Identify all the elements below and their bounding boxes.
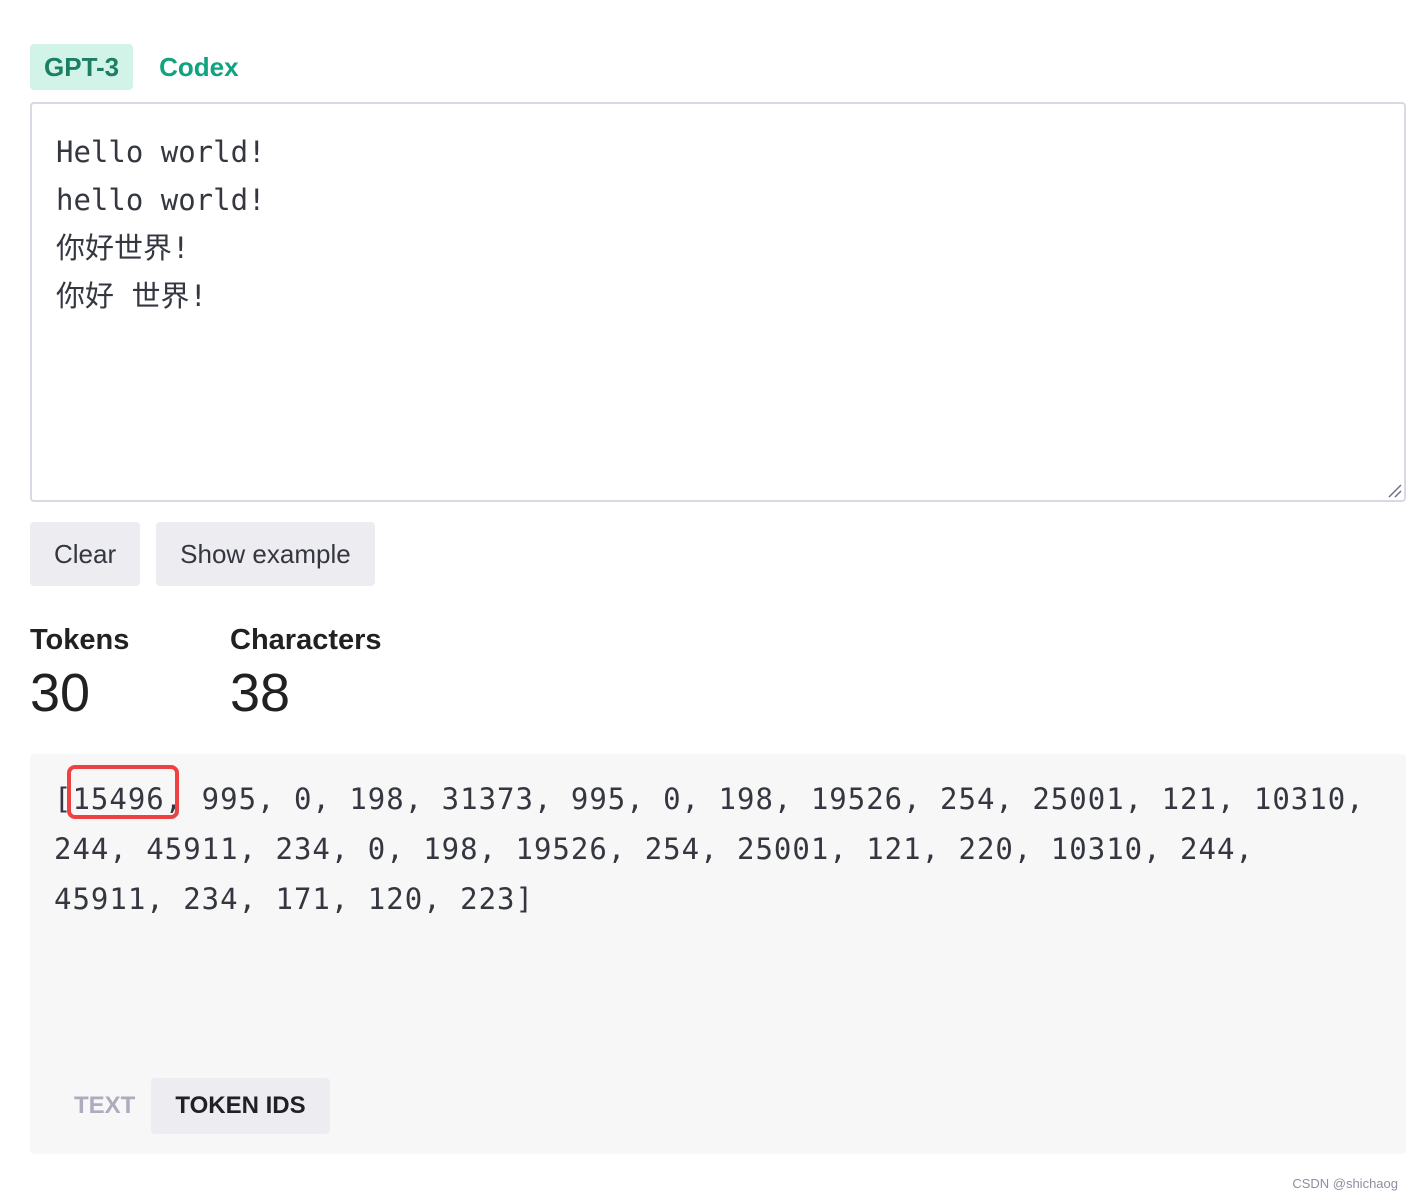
tokenizer-page: GPT-3 Codex Hello world! hello world! 你好…	[0, 0, 1414, 1202]
resize-handle-icon[interactable]	[1386, 482, 1402, 498]
token-output-panel: [15496, 995, 0, 198, 31373, 995, 0, 198,…	[30, 754, 1406, 1154]
characters-count: 38	[230, 663, 291, 723]
characters-stat: Characters 38	[230, 620, 430, 726]
model-tabs: GPT-3 Codex	[30, 44, 253, 90]
tokens-count: 30	[30, 663, 91, 723]
watermark: CSDN @shichaog	[1292, 1176, 1398, 1191]
tokens-stat: Tokens 30	[30, 620, 230, 726]
tab-text[interactable]: TEXT	[58, 1078, 151, 1134]
clear-button[interactable]: Clear	[30, 522, 141, 586]
tab-codex[interactable]: Codex	[145, 44, 252, 90]
tab-token-ids[interactable]: TOKEN IDS	[151, 1078, 330, 1134]
view-tabs: TEXT TOKEN IDS	[58, 1078, 330, 1134]
text-input[interactable]: Hello world! hello world! 你好世界! 你好 世界!	[30, 102, 1406, 502]
text-input-value[interactable]: Hello world! hello world! 你好世界! 你好 世界!	[56, 128, 266, 320]
characters-label: Characters	[230, 624, 382, 656]
tab-gpt3[interactable]: GPT-3	[30, 44, 134, 90]
token-stats: Tokens 30 Characters 38	[30, 620, 430, 726]
token-ids-text: [15496, 995, 0, 198, 31373, 995, 0, 198,…	[54, 782, 1365, 916]
show-example-button[interactable]: Show example	[156, 522, 375, 586]
highlight-annotation	[67, 765, 179, 819]
tokens-label: Tokens	[30, 624, 130, 656]
action-buttons: Clear Show example	[30, 522, 375, 586]
